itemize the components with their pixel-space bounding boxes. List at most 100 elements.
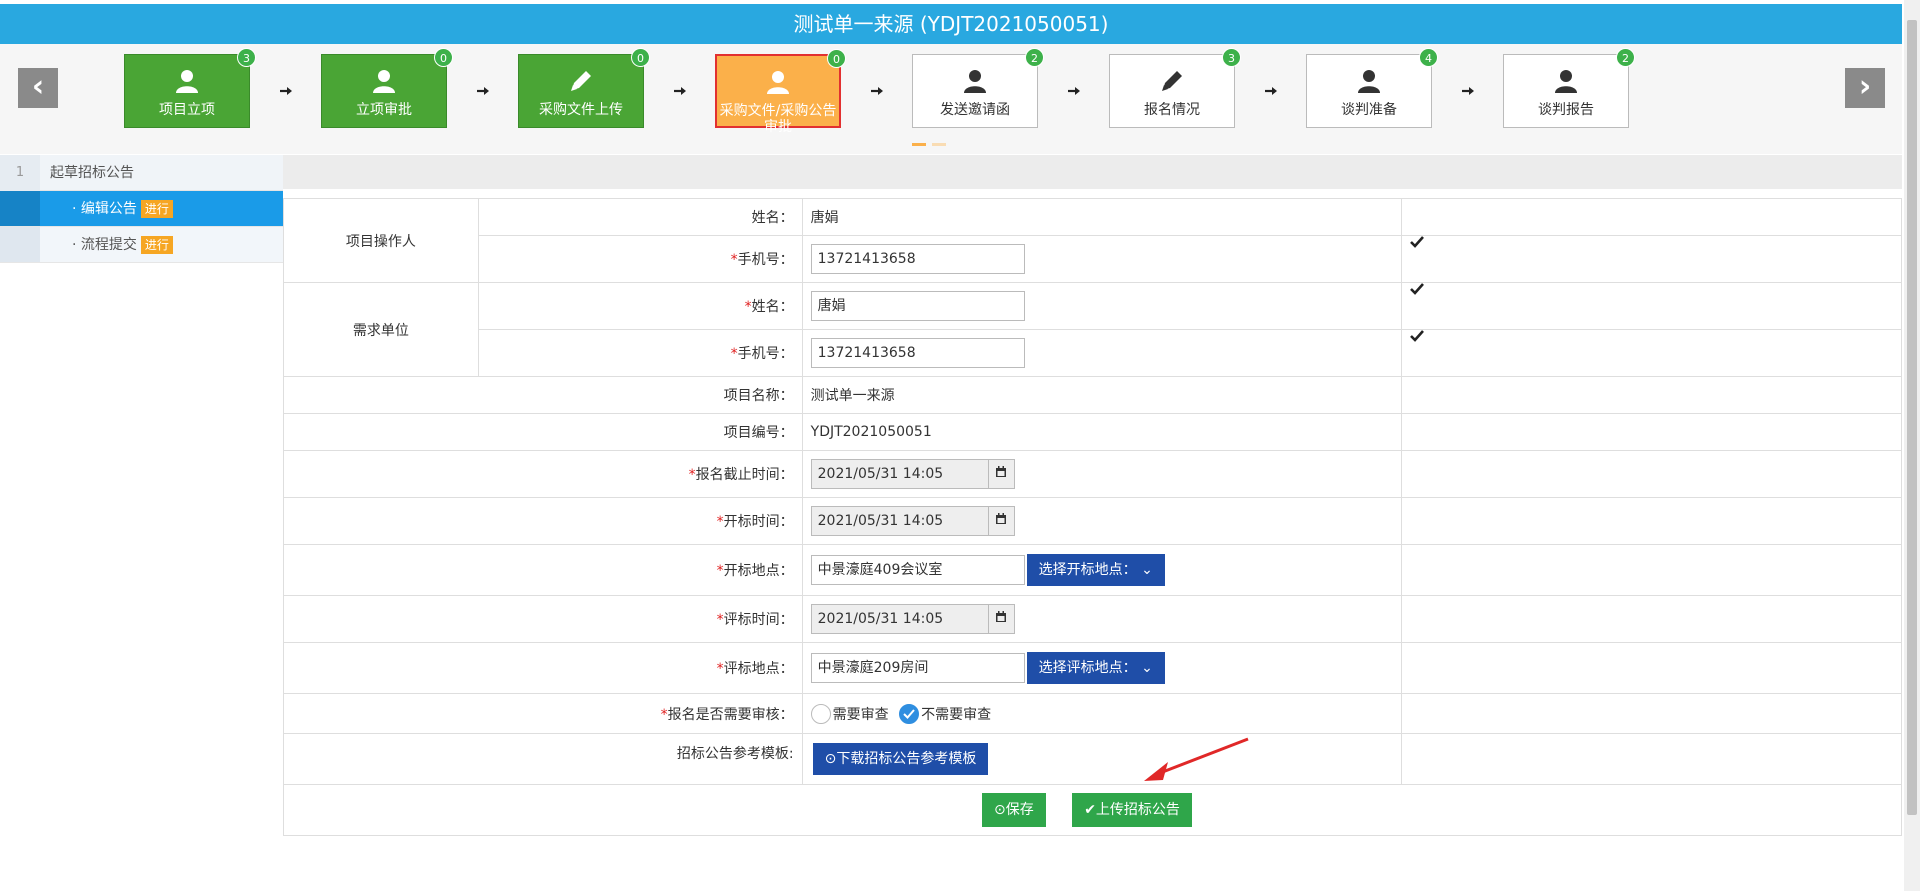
chevron-down-icon: ⌄ bbox=[1141, 660, 1153, 676]
arrow-right-icon bbox=[870, 84, 884, 98]
project-code-value: YDJT2021050051 bbox=[801, 413, 1403, 451]
step-count-badge: 0 bbox=[827, 49, 846, 68]
open-place-input[interactable]: 中景濠庭409会议室 bbox=[810, 555, 1025, 585]
sidebar-item-label: · 流程提交 bbox=[72, 237, 137, 253]
step-count-badge: 0 bbox=[631, 48, 650, 67]
demand-name-input[interactable]: 唐娟 bbox=[810, 291, 1025, 321]
step-pager bbox=[912, 135, 952, 150]
section-number: 1 bbox=[0, 155, 40, 191]
arrow-right-icon bbox=[673, 84, 687, 98]
step-count-badge: 2 bbox=[1616, 48, 1635, 67]
step-label: 项目立项 bbox=[159, 102, 215, 118]
page-title: 测试单一来源 (YDJT2021050051) bbox=[0, 4, 1902, 44]
operator-group-label: 项目操作人 bbox=[283, 198, 479, 283]
step-count-badge: 3 bbox=[237, 48, 256, 67]
open-place-label: 开标地点： bbox=[723, 563, 794, 579]
review-no-label: 不需要审查 bbox=[921, 706, 992, 723]
step-label: 采购文件上传 bbox=[539, 102, 623, 118]
sidebar-item-label: · 编辑公告 bbox=[72, 201, 137, 217]
sidebar-section-header: 1 起草招标公告 bbox=[0, 155, 283, 191]
calendar-icon[interactable] bbox=[988, 459, 1015, 489]
app-window: 测试单一来源 (YDJT2021050051) ‹ 项目立项 3 立项审批 0 采购文件… bbox=[0, 0, 1920, 891]
vertical-scrollbar[interactable] bbox=[1904, 0, 1920, 891]
eval-place-input[interactable]: 中景濠庭209房间 bbox=[810, 653, 1025, 683]
save-circle-icon: ⊙ bbox=[994, 802, 1006, 818]
download-template-button[interactable]: ⊙下载招标公告参考模板 bbox=[812, 743, 989, 775]
open-time-label: 开标时间： bbox=[723, 514, 794, 530]
step-5[interactable]: 发送邀请函 2 bbox=[912, 48, 1044, 128]
project-name-value: 测试单一来源 bbox=[801, 376, 1403, 414]
operator-name-value: 唐娟 bbox=[801, 198, 1403, 236]
demand-phone-input[interactable]: 13721413658 bbox=[810, 338, 1025, 368]
download-circle-icon: ⊙ bbox=[824, 751, 837, 767]
signup-deadline-input[interactable]: 2021/05/31 14:05 bbox=[810, 459, 989, 489]
step-1[interactable]: 项目立项 3 bbox=[124, 48, 256, 128]
content-header-bar bbox=[283, 155, 1902, 189]
review-yes-radio[interactable] bbox=[810, 703, 831, 724]
step-label: 立项审批 bbox=[356, 102, 412, 118]
annotation-arrow bbox=[1144, 737, 1249, 781]
select-open-place-button[interactable]: 选择开标地点： ⌄ bbox=[1026, 554, 1165, 586]
check-icon bbox=[1410, 330, 1425, 342]
step-6[interactable]: 报名情况 3 bbox=[1109, 48, 1241, 128]
step-label: 采购文件/采购公告审批 bbox=[719, 103, 837, 133]
review-no-radio[interactable] bbox=[899, 703, 920, 724]
eval-time-input[interactable]: 2021/05/31 14:05 bbox=[810, 604, 989, 634]
review-yes-label: 需要审查 bbox=[832, 706, 889, 723]
check-icon bbox=[1410, 283, 1425, 295]
review-label: 报名是否需要审核： bbox=[667, 706, 794, 723]
arrow-right-icon bbox=[1067, 84, 1081, 98]
step-label: 谈判准备 bbox=[1341, 102, 1397, 118]
demand-phone-label: 手机号： bbox=[737, 346, 794, 362]
section-title: 起草招标公告 bbox=[50, 165, 134, 181]
chevron-down-icon: ⌄ bbox=[1141, 562, 1153, 578]
signup-deadline-label: 报名截止时间： bbox=[695, 467, 794, 483]
step-4[interactable]: 采购文件/采购公告审批 0 bbox=[715, 49, 846, 133]
arrow-right-icon bbox=[476, 84, 490, 98]
project-code-label: 项目编号： bbox=[283, 413, 803, 451]
pager-dot[interactable] bbox=[932, 143, 946, 146]
step-7[interactable]: 谈判准备 4 bbox=[1306, 48, 1438, 128]
workflow-steps: ‹ 项目立项 3 立项审批 0 采购文件上传 0 采购文件/采购公告审批 0 发送邀请函 2 报名情… bbox=[0, 44, 1902, 154]
scrollbar-thumb[interactable] bbox=[1907, 20, 1917, 815]
pager-dot-active[interactable] bbox=[912, 143, 926, 146]
step-count-badge: 3 bbox=[1222, 48, 1241, 67]
status-badge: 进行 bbox=[140, 236, 173, 254]
calendar-icon[interactable] bbox=[988, 604, 1015, 634]
arrow-right-icon bbox=[279, 84, 293, 98]
status-badge: 进行 bbox=[140, 200, 173, 218]
project-name-label: 项目名称： bbox=[283, 376, 803, 414]
step-count-badge: 4 bbox=[1419, 48, 1438, 67]
demand-group-label: 需求单位 bbox=[283, 282, 479, 377]
step-2[interactable]: 立项审批 0 bbox=[321, 48, 453, 128]
step-label: 谈判报告 bbox=[1538, 102, 1594, 118]
upload-notice-button[interactable]: ✔上传招标公告 bbox=[1072, 793, 1192, 827]
operator-name-label: 姓名： bbox=[477, 198, 803, 236]
save-button[interactable]: ⊙保存 bbox=[982, 793, 1046, 827]
open-time-input[interactable]: 2021/05/31 14:05 bbox=[810, 506, 989, 536]
prev-step-button[interactable]: ‹ bbox=[18, 68, 58, 108]
step-8[interactable]: 谈判报告 2 bbox=[1503, 48, 1635, 128]
step-count-badge: 0 bbox=[434, 48, 453, 67]
check-icon: ✔ bbox=[1084, 802, 1096, 818]
eval-time-label: 评标时间： bbox=[723, 612, 794, 628]
arrow-right-icon bbox=[1264, 84, 1278, 98]
eval-place-label: 评标地点： bbox=[723, 661, 794, 677]
step-3[interactable]: 采购文件上传 0 bbox=[518, 48, 650, 128]
step-label: 发送邀请函 bbox=[940, 102, 1010, 118]
sidebar: 1 起草招标公告 · 编辑公告 进行 · 流程提交 进行 bbox=[0, 155, 283, 263]
template-label: 招标公告参考模板: bbox=[283, 733, 803, 785]
next-step-button[interactable]: › bbox=[1845, 68, 1885, 108]
operator-phone-label: 手机号： bbox=[737, 252, 794, 268]
demand-name-label: 姓名： bbox=[751, 299, 794, 315]
calendar-icon[interactable] bbox=[988, 506, 1015, 536]
sidebar-item-edit-notice[interactable]: · 编辑公告 进行 bbox=[0, 191, 283, 227]
select-eval-place-button[interactable]: 选择评标地点： ⌄ bbox=[1026, 652, 1165, 684]
arrow-right-icon bbox=[1461, 84, 1475, 98]
check-icon bbox=[1410, 236, 1425, 248]
step-count-badge: 2 bbox=[1025, 48, 1044, 67]
notice-form: 项目操作人 姓名： 唐娟 *手机号： 13721413658 需求单位 *姓名：… bbox=[283, 198, 1902, 836]
sidebar-item-submit-flow[interactable]: · 流程提交 进行 bbox=[0, 227, 283, 263]
operator-phone-input[interactable]: 13721413658 bbox=[810, 244, 1025, 274]
step-label: 报名情况 bbox=[1144, 102, 1200, 118]
